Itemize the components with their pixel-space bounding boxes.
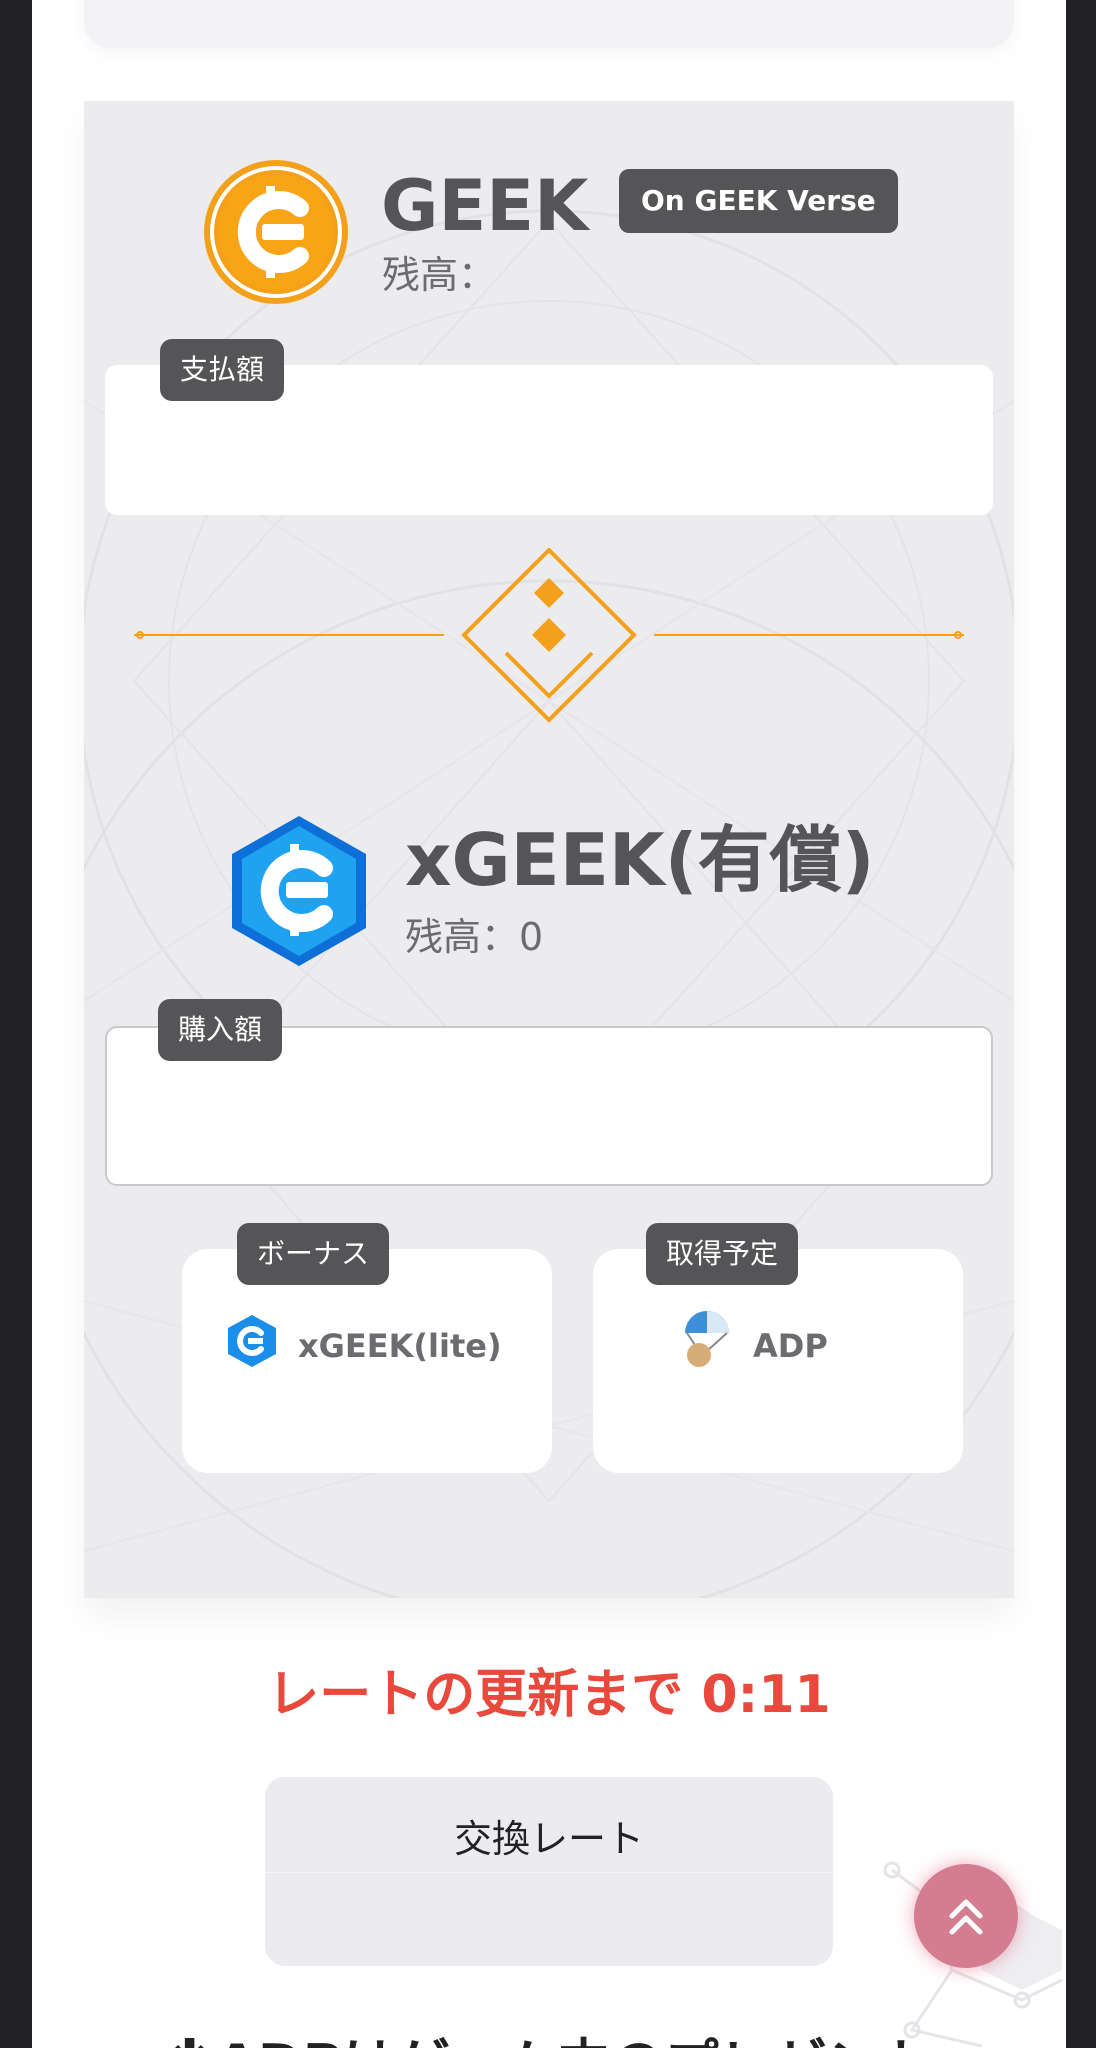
acquire-item-name: ADP bbox=[753, 1327, 828, 1365]
exchange-rate-card[interactable]: 交換レート bbox=[265, 1777, 833, 1966]
previous-card bbox=[84, 0, 1014, 48]
scroll-to-top-button[interactable] bbox=[914, 1864, 1018, 1968]
xgeek-balance-label: 残高： bbox=[405, 915, 520, 959]
xgeek-lite-icon bbox=[228, 1315, 276, 1367]
swap-diamond-icon[interactable] bbox=[134, 548, 964, 723]
xgeek-balance-value: 0 bbox=[519, 915, 544, 959]
acquire-label: 取得予定 bbox=[646, 1223, 799, 1285]
bonus-label: ボーナス bbox=[237, 1223, 390, 1285]
rate-countdown: レートの更新まで 0:11 bbox=[267, 1665, 831, 1725]
page: GEEK On GEEK Verse 残高： 支払額 xGEEK(有償) 残高：… bbox=[32, 0, 1066, 2048]
geek-coin-icon bbox=[204, 160, 348, 304]
pay-amount-label: 支払額 bbox=[160, 339, 285, 401]
adp-note: ※ADPはゲーム内のプレゼント bbox=[32, 2020, 1066, 2048]
geek-balance-label: 残高： bbox=[382, 253, 497, 297]
bonus-item-name: xGEEK(lite) bbox=[298, 1327, 502, 1365]
geek-coin-name: GEEK bbox=[381, 165, 589, 247]
xgeek-coin-icon bbox=[232, 816, 366, 966]
exchange-panel: GEEK On GEEK Verse 残高： 支払額 xGEEK(有償) 残高：… bbox=[84, 101, 1014, 1598]
buy-amount-label: 購入額 bbox=[158, 999, 283, 1061]
xgeek-coin-name: xGEEK(有償) bbox=[405, 818, 875, 902]
geek-balance: 残高： bbox=[382, 256, 496, 294]
double-chevron-up-icon bbox=[949, 1899, 983, 1935]
exchange-rate-title: 交換レート bbox=[265, 1777, 833, 1873]
adp-parachute-icon bbox=[685, 1311, 729, 1367]
on-geek-verse-badge: On GEEK Verse bbox=[619, 169, 898, 233]
xgeek-balance: 残高：0 bbox=[405, 918, 543, 956]
